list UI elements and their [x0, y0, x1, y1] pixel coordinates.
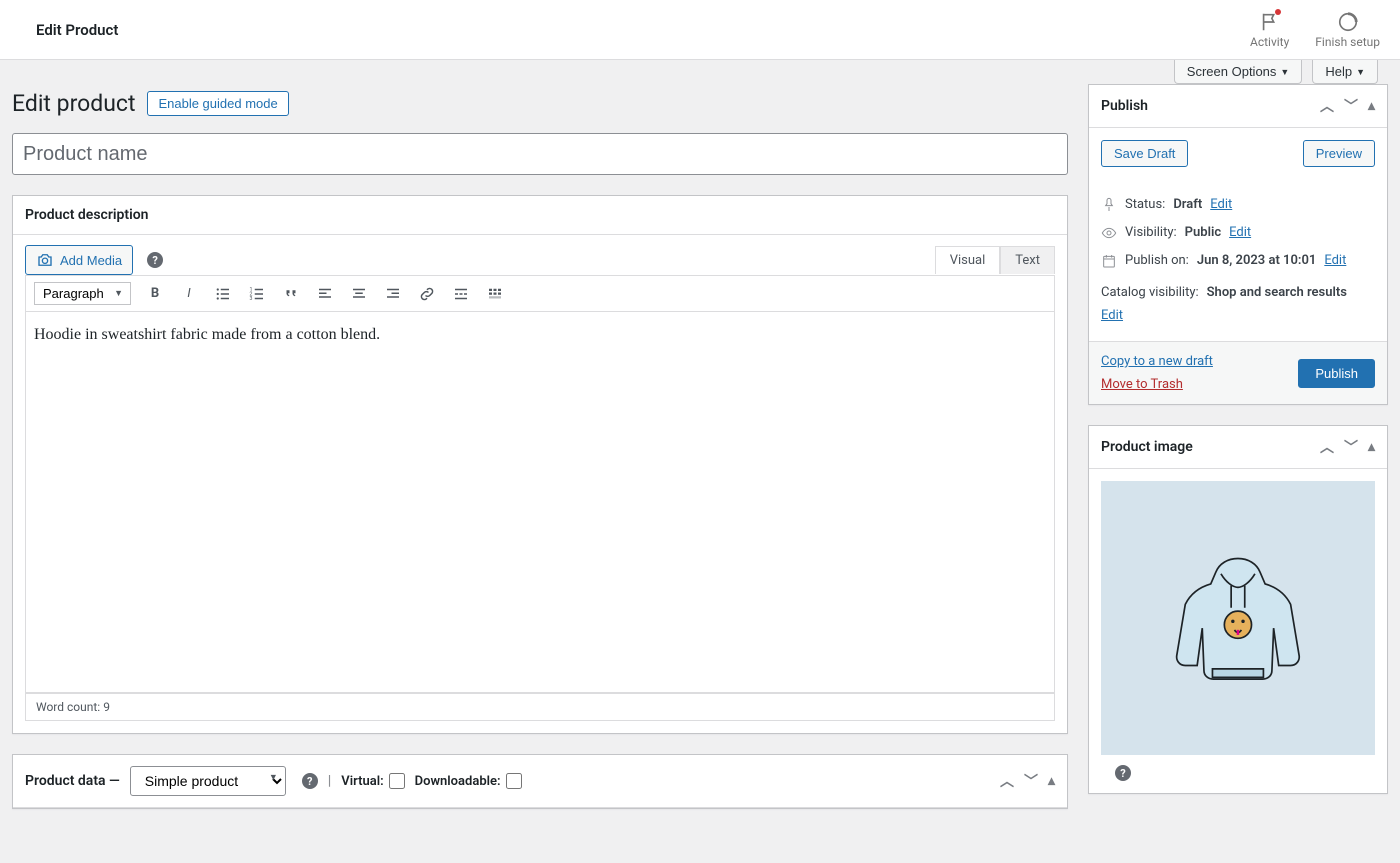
product-image-thumbnail[interactable] [1101, 481, 1375, 755]
align-right-button[interactable] [383, 284, 403, 304]
move-to-trash-link[interactable]: Move to Trash [1101, 377, 1213, 392]
chevron-down-icon: ▼ [1356, 67, 1365, 77]
pin-icon [1101, 197, 1117, 213]
read-more-icon [452, 285, 470, 303]
chevron-down-icon[interactable]: ﹀ [1344, 437, 1358, 457]
product-type-select[interactable]: Simple product [130, 766, 286, 796]
blockquote-button[interactable] [281, 284, 301, 304]
product-data-panel: Product data — Simple product ? | Virtua… [12, 754, 1068, 809]
publish-date-value: Jun 8, 2023 at 10:01 [1197, 253, 1316, 268]
edit-visibility-link[interactable]: Edit [1229, 225, 1251, 240]
align-center-icon [350, 285, 368, 303]
finish-setup-label: Finish setup [1315, 35, 1380, 49]
bullet-list-icon [214, 285, 232, 303]
activity-label: Activity [1250, 35, 1289, 49]
add-media-button[interactable]: Add Media [25, 245, 133, 275]
quote-icon [282, 285, 300, 303]
publish-button[interactable]: Publish [1298, 359, 1375, 388]
catalog-visibility-value: Shop and search results [1207, 285, 1347, 300]
help-icon[interactable]: ? [302, 773, 318, 789]
format-toolbar: Paragraph B I 123 [26, 276, 1054, 312]
status-value: Draft [1173, 197, 1202, 212]
separator: | [328, 773, 332, 789]
panel-title: Product description [25, 207, 148, 223]
help-icon[interactable]: ? [1115, 765, 1131, 781]
product-data-label: Product data — [25, 773, 120, 789]
svg-text:3: 3 [250, 296, 253, 302]
paragraph-select[interactable]: Paragraph [34, 282, 131, 305]
editor-footer: Word count: 9 [25, 693, 1055, 721]
chevron-down-icon: ▼ [1280, 67, 1289, 77]
link-icon [418, 285, 436, 303]
panel-title: Publish [1101, 98, 1148, 114]
caret-up-icon[interactable]: ▴ [1368, 439, 1375, 455]
virtual-checkbox[interactable] [389, 773, 405, 789]
chevron-up-icon[interactable]: ︿ [1320, 437, 1334, 457]
bullet-list-button[interactable] [213, 284, 233, 304]
align-right-icon [384, 285, 402, 303]
tab-text[interactable]: Text [1000, 246, 1055, 274]
calendar-icon [1101, 253, 1117, 269]
align-left-icon [316, 285, 334, 303]
numbered-list-button[interactable]: 123 [247, 284, 267, 304]
save-draft-button[interactable]: Save Draft [1101, 140, 1188, 167]
chevron-down-icon[interactable]: ﹀ [1344, 96, 1358, 116]
numbered-list-icon: 123 [248, 285, 266, 303]
editor-area: Paragraph B I 123 Hoodie in sweatshirt f… [25, 275, 1055, 693]
media-icon [36, 251, 54, 269]
topbar-actions: Activity Finish setup [1250, 11, 1380, 49]
editor-tabs: Visual Text [935, 246, 1055, 274]
panel-title: Product image [1101, 439, 1193, 455]
screen-options-bar: Screen Options ▼ Help ▼ [0, 60, 1400, 84]
caret-up-icon[interactable]: ▴ [1048, 773, 1055, 789]
toolbar-toggle-button[interactable] [485, 284, 505, 304]
tab-visual[interactable]: Visual [935, 246, 1001, 274]
virtual-checkbox-label[interactable]: Virtual: [341, 773, 404, 789]
product-description-panel: Product description Add Media ? Visual T… [12, 195, 1068, 734]
notification-dot-icon [1275, 9, 1281, 15]
word-count-value: 9 [103, 700, 110, 714]
page-title: Edit product [12, 90, 135, 117]
help-icon[interactable]: ? [147, 252, 163, 268]
enable-guided-mode-button[interactable]: Enable guided mode [147, 91, 288, 116]
chevron-down-icon[interactable]: ﹀ [1024, 771, 1038, 791]
top-bar: Edit Product Activity Finish setup [0, 0, 1400, 60]
align-left-button[interactable] [315, 284, 335, 304]
page-heading-row: Edit product Enable guided mode [12, 90, 1068, 117]
downloadable-checkbox[interactable] [506, 773, 522, 789]
preview-button[interactable]: Preview [1303, 140, 1375, 167]
edit-catalog-link[interactable]: Edit [1101, 308, 1123, 323]
screen-options-button[interactable]: Screen Options ▼ [1174, 60, 1303, 84]
editor-content[interactable]: Hoodie in sweatshirt fabric made from a … [26, 312, 1054, 692]
finish-setup-button[interactable]: Finish setup [1315, 11, 1380, 49]
hoodie-illustration [1153, 533, 1323, 703]
product-name-input[interactable] [12, 133, 1068, 175]
progress-circle-icon [1337, 11, 1359, 33]
chevron-up-icon[interactable]: ︿ [1000, 771, 1014, 791]
kitchen-sink-icon [486, 285, 504, 303]
caret-up-icon[interactable]: ▴ [1368, 98, 1375, 114]
read-more-button[interactable] [451, 284, 471, 304]
link-button[interactable] [417, 284, 437, 304]
publish-panel: Publish ︿ ﹀ ▴ Save Draft Preview Status:… [1088, 84, 1388, 405]
bold-button[interactable]: B [145, 284, 165, 304]
edit-status-link[interactable]: Edit [1210, 197, 1232, 212]
product-image-panel: Product image ︿ ﹀ ▴ [1088, 425, 1388, 794]
align-center-button[interactable] [349, 284, 369, 304]
activity-button[interactable]: Activity [1250, 11, 1289, 49]
edit-date-link[interactable]: Edit [1324, 253, 1346, 268]
page-context-title: Edit Product [36, 21, 118, 39]
italic-button[interactable]: I [179, 284, 199, 304]
eye-icon [1101, 225, 1117, 241]
help-button[interactable]: Help ▼ [1312, 60, 1378, 84]
downloadable-checkbox-label[interactable]: Downloadable: [415, 773, 522, 789]
visibility-value: Public [1185, 225, 1221, 240]
copy-to-draft-link[interactable]: Copy to a new draft [1101, 354, 1213, 369]
chevron-up-icon[interactable]: ︿ [1320, 96, 1334, 116]
